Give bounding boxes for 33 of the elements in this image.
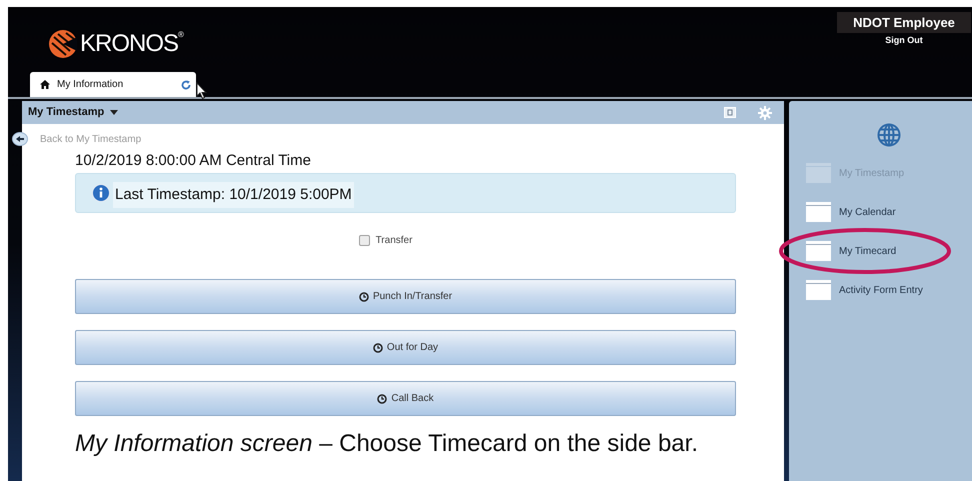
action-button[interactable]: Call Back [75, 381, 736, 416]
calendar-icon [806, 163, 831, 183]
current-time: 10/2/2019 8:00:00 AM Central Time [75, 152, 312, 170]
clock-icon [358, 292, 369, 302]
sidebar-item[interactable]: My Calendar [806, 202, 972, 222]
sidebar-item[interactable]: Activity Form Entry [806, 280, 972, 300]
info-icon [92, 184, 110, 202]
logo-icon [48, 29, 78, 59]
tab[interactable]: My Information [30, 72, 196, 97]
action-button[interactable]: Out for Day [75, 330, 736, 365]
view-selector[interactable]: My Timestamp [28, 104, 118, 121]
mouse-pointer-icon [196, 82, 208, 100]
sidebar-item[interactable]: My Timecard [806, 241, 972, 261]
settings-icon[interactable] [758, 106, 772, 120]
last-timestamp: Last Timestamp: 10/1/2019 5:00PM [113, 182, 354, 208]
transfer-checkbox[interactable] [358, 235, 370, 246]
calendar-icon [806, 241, 831, 261]
transfer-label: Transfer [376, 234, 412, 248]
caption: My Information screen – Choose Timecard on the side bar. [75, 429, 699, 459]
calendar-icon [806, 280, 831, 300]
action-button[interactable]: Punch In/Transfer [75, 279, 736, 314]
user-name: NDOT Employee [837, 12, 971, 33]
caret-icon [110, 110, 118, 115]
globe-icon[interactable] [877, 123, 901, 147]
sign-out-link[interactable]: Sign Out [885, 34, 923, 46]
home-icon [40, 80, 50, 89]
clock-icon [372, 342, 383, 352]
registered-mark: ® [178, 29, 184, 41]
window-icon[interactable] [724, 107, 736, 118]
clock-icon [377, 394, 388, 404]
refresh-icon[interactable] [181, 80, 191, 90]
calendar-icon [806, 202, 831, 222]
logo-text: KRONOS [80, 29, 178, 59]
